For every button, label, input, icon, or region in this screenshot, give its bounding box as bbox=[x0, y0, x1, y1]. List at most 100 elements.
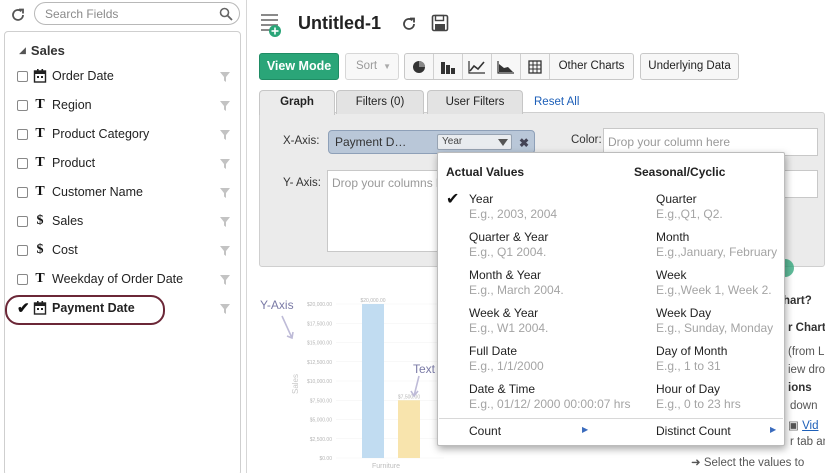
distinct-count-menu-item[interactable]: Distinct Count bbox=[656, 424, 731, 438]
help-video-row: ▣ Vid bbox=[788, 418, 819, 432]
y-tick-label: $12,500.00 bbox=[307, 360, 332, 366]
actual-value-option[interactable]: Year E.g., 2003, 2004 bbox=[469, 192, 639, 226]
filter-icon[interactable] bbox=[220, 101, 230, 111]
refresh-icon[interactable] bbox=[9, 6, 27, 24]
report-menu-icon[interactable] bbox=[260, 12, 282, 38]
pie-chart-button[interactable] bbox=[405, 54, 434, 79]
filter-icon[interactable] bbox=[220, 130, 230, 140]
field-checkbox[interactable] bbox=[17, 71, 28, 82]
search-icon[interactable] bbox=[219, 7, 233, 21]
actual-value-option[interactable]: Date & Time E.g., 01/12/ 2000 00:00:07 hr… bbox=[469, 382, 639, 416]
bar-chart-button[interactable] bbox=[434, 54, 463, 79]
close-icon[interactable]: ✖ bbox=[519, 136, 529, 150]
submenu-arrow-icon: ▶ bbox=[770, 425, 777, 434]
field-item[interactable]: Order Date bbox=[5, 66, 240, 88]
table-button[interactable] bbox=[521, 54, 550, 79]
y-tick-label: $7,500.00 bbox=[310, 398, 332, 404]
checkmark-icon: ✔ bbox=[446, 191, 460, 208]
field-checkbox[interactable] bbox=[17, 245, 28, 256]
field-checkbox[interactable] bbox=[17, 129, 28, 140]
tab-filters[interactable]: Filters (0) bbox=[336, 90, 424, 114]
filter-icon[interactable] bbox=[220, 246, 230, 256]
field-label: Cost bbox=[52, 243, 78, 257]
seasonal-option[interactable]: Month E.g.,January, February bbox=[656, 230, 825, 264]
seasonal-option[interactable]: Quarter E.g.,Q1, Q2. bbox=[656, 192, 825, 226]
seasonal-option[interactable]: Week Day E.g., Sunday, Monday bbox=[656, 306, 825, 340]
other-charts-button[interactable]: Other Charts bbox=[550, 54, 633, 79]
calendar-icon bbox=[33, 69, 47, 83]
field-checkbox[interactable] bbox=[17, 100, 28, 111]
search-input[interactable] bbox=[45, 5, 215, 22]
field-checkbox[interactable] bbox=[17, 216, 28, 227]
field-group-sales[interactable]: ◢ Sales bbox=[19, 42, 65, 58]
seasonal-option[interactable]: Day of Month E.g., 1 to 31 bbox=[656, 344, 825, 378]
underlying-data-button[interactable]: Underlying Data bbox=[640, 53, 739, 80]
field-item[interactable]: T Region bbox=[5, 95, 240, 117]
video-link[interactable]: Vid bbox=[802, 420, 818, 432]
y-axis-drop-zone[interactable]: Drop your columns h bbox=[327, 170, 439, 252]
actual-value-option[interactable]: Month & Year E.g., March 2004. bbox=[469, 268, 639, 302]
filter-icon[interactable] bbox=[220, 188, 230, 198]
field-checkbox[interactable] bbox=[17, 158, 28, 169]
count-menu-item[interactable]: Count bbox=[469, 424, 501, 438]
monitor-icon: ▣ bbox=[788, 420, 799, 432]
save-icon[interactable] bbox=[431, 14, 449, 32]
report-title[interactable]: Untitled-1 bbox=[298, 13, 381, 34]
filter-icon[interactable] bbox=[220, 304, 230, 314]
seasonal-option[interactable]: Hour of Day E.g., 0 to 23 hrs bbox=[656, 382, 825, 416]
actual-value-option[interactable]: Week & Year E.g., W1 2004. bbox=[469, 306, 639, 340]
field-item[interactable]: $ Cost bbox=[5, 240, 240, 262]
collapse-triangle-icon[interactable]: ◢ bbox=[19, 45, 26, 56]
actual-values-header: Actual Values bbox=[446, 165, 525, 179]
refresh-icon[interactable] bbox=[400, 15, 418, 33]
text-type-icon: T bbox=[35, 184, 45, 199]
help-line: r tab an bbox=[790, 436, 825, 448]
tab-user-filters[interactable]: User Filters bbox=[427, 90, 523, 114]
option-example: E.g., W1 2004. bbox=[469, 321, 549, 335]
reset-all-link[interactable]: Reset All bbox=[534, 96, 579, 108]
option-name: Week bbox=[656, 268, 687, 282]
x-axis-label: X-Axis: bbox=[283, 135, 320, 147]
y-tick-label: $2,500.00 bbox=[310, 437, 332, 443]
view-mode-button[interactable]: View Mode bbox=[259, 53, 339, 80]
sort-button[interactable]: Sort ▼ bbox=[345, 53, 399, 80]
option-example: E.g., March 2004. bbox=[469, 283, 564, 297]
annotation-arrow bbox=[281, 315, 294, 340]
option-name: Quarter & Year bbox=[469, 230, 549, 244]
filter-icon[interactable] bbox=[220, 217, 230, 227]
option-example: E.g.,Week 1, Week 2. bbox=[656, 283, 772, 297]
x-axis-field-pill[interactable]: Payment D… Year ✖ bbox=[328, 130, 535, 154]
option-example: E.g.,January, February bbox=[656, 245, 778, 259]
annotation-arrow bbox=[410, 375, 420, 398]
x-tick-label: Furniture bbox=[372, 463, 400, 470]
line-chart-button[interactable] bbox=[463, 54, 492, 79]
field-checkbox[interactable] bbox=[17, 274, 28, 285]
field-label: Product Category bbox=[52, 127, 150, 141]
sort-label: Sort bbox=[356, 60, 378, 72]
option-name: Quarter bbox=[656, 192, 697, 206]
y-tick-label: $5,000.00 bbox=[310, 418, 332, 424]
option-name: Year bbox=[469, 192, 494, 206]
y-tick-label: $10,000.00 bbox=[307, 379, 332, 385]
field-item[interactable]: T Product Category bbox=[5, 124, 240, 146]
seasonal-option[interactable]: Week E.g.,Week 1, Week 2. bbox=[656, 268, 825, 302]
filter-icon[interactable] bbox=[220, 72, 230, 82]
actual-value-option[interactable]: Full Date E.g., 1/1/2000 bbox=[469, 344, 639, 378]
actual-value-option[interactable]: Quarter & Year E.g., Q1 2004. bbox=[469, 230, 639, 264]
filter-icon[interactable] bbox=[220, 275, 230, 285]
field-checkbox[interactable] bbox=[17, 187, 28, 198]
bar bbox=[398, 400, 420, 458]
search-field-box[interactable] bbox=[34, 2, 240, 25]
field-item[interactable]: T Product bbox=[5, 153, 240, 175]
filter-icon[interactable] bbox=[220, 159, 230, 169]
date-granularity-select[interactable]: Year bbox=[437, 134, 512, 150]
option-name: Day of Month bbox=[656, 344, 728, 358]
tab-graph[interactable]: Graph bbox=[259, 90, 335, 115]
sample-chart-image: $20,000.00 $17,500.00 $15,000.00 $12,500.00… bbox=[281, 298, 444, 470]
field-item[interactable]: T Customer Name bbox=[5, 182, 240, 204]
field-item[interactable]: $ Sales bbox=[5, 211, 240, 233]
text-type-icon: T bbox=[35, 271, 45, 286]
field-item[interactable]: T Weekday of Order Date bbox=[5, 269, 240, 291]
area-chart-button[interactable] bbox=[492, 54, 521, 79]
chevron-down-icon: ▼ bbox=[383, 62, 391, 71]
